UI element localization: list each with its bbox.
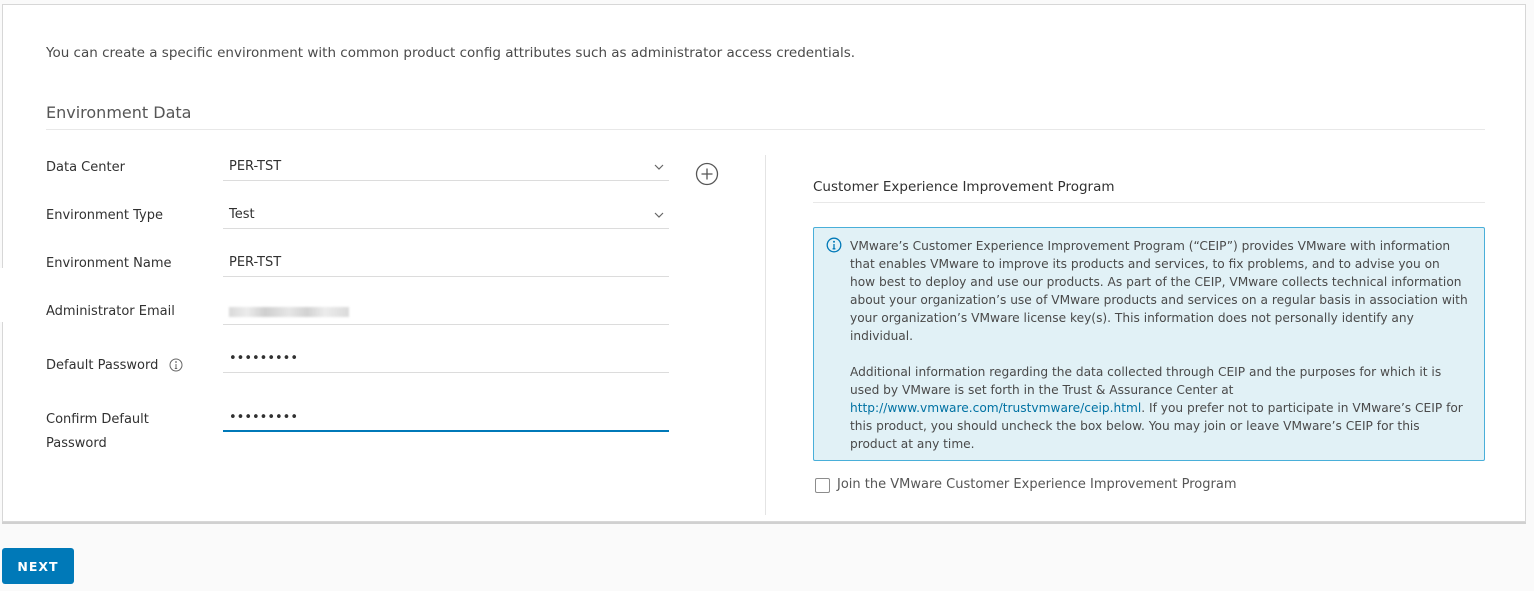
ceip-paragraph-1: VMware’s Customer Experience Improvement… [850,239,1468,343]
ceip-checkbox-label[interactable]: Join the VMware Customer Experience Impr… [837,477,1236,492]
ceip-info-alert: VMware’s Customer Experience Improvement… [813,227,1485,461]
section-title: Environment Data [46,103,192,122]
default-password-label-row: Default Password [46,358,183,373]
ceip-divider [813,202,1485,203]
default-password-input[interactable]: ••••••••• [223,349,669,373]
redacted-email [229,307,349,317]
ceip-checkbox[interactable] [815,478,830,493]
intro-text: You can create a specific environment wi… [46,45,856,61]
environment-type-label: Environment Type [46,208,163,223]
confirm-password-label-line2: Password [46,436,107,451]
section-divider [46,129,1485,130]
info-circle-icon [826,237,842,253]
add-data-center-icon[interactable] [695,162,719,186]
confirm-password-value: ••••••••• [229,410,299,425]
chevron-down-icon [654,164,664,170]
data-center-label: Data Center [46,160,125,175]
admin-email-label: Administrator Email [46,304,175,319]
confirm-password-input[interactable]: ••••••••• [223,408,669,432]
ceip-info-text: VMware’s Customer Experience Improvement… [850,237,1468,453]
ceip-link[interactable]: http://www.vmware.com/trustvmware/ceip.h… [850,401,1141,415]
confirm-password-label-line1: Confirm Default [46,412,149,427]
data-center-value: PER-TST [229,159,282,174]
default-password-label: Default Password [46,358,159,373]
environment-name-input[interactable]: PER-TST [223,253,669,277]
ceip-paragraph-2-before: Additional information regarding the dat… [850,365,1442,397]
ceip-paragraph-2: Additional information regarding the dat… [850,363,1468,453]
environment-name-value: PER-TST [229,255,282,270]
default-password-value: ••••••••• [229,351,299,366]
overlay-mask [0,268,40,322]
data-center-select[interactable]: PER-TST [223,157,669,181]
environment-card: You can create a specific environment wi… [2,4,1526,522]
next-button[interactable]: NEXT [2,548,74,584]
environment-name-label: Environment Name [46,256,172,271]
column-divider [765,155,766,515]
environment-type-value: Test [229,207,255,222]
admin-email-input[interactable] [223,301,669,325]
info-icon[interactable] [169,358,183,372]
environment-type-select[interactable]: Test [223,205,669,229]
chevron-down-icon [654,212,664,218]
ceip-title: Customer Experience Improvement Program [813,179,1115,195]
